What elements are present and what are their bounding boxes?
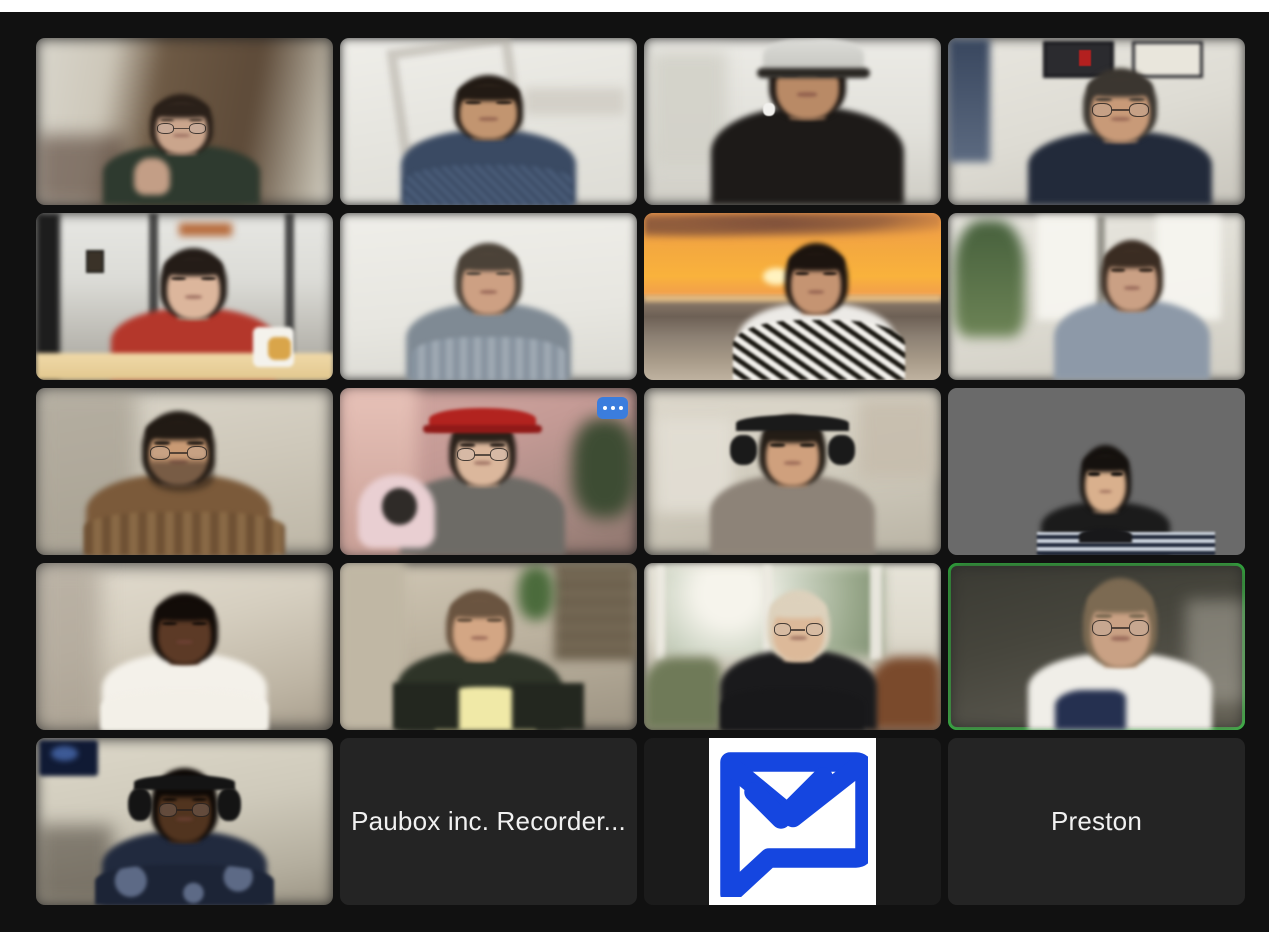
video-feed [644,563,941,730]
participant-tile-preston[interactable]: Preston [948,738,1245,905]
video-feed [644,388,941,555]
participant-tile-11[interactable] [644,388,941,555]
video-feed [340,388,637,555]
window-chrome-bottom [0,932,1269,952]
participant-tile-3[interactable] [644,38,941,205]
window-chrome-top [0,0,1269,12]
recorder-tile[interactable]: Paubox inc. Recorder... [340,738,637,905]
participant-grid: Paubox inc. Recorder... Preston [36,38,1245,914]
video-feed [948,38,1245,205]
participant-tile-7[interactable] [644,213,941,380]
participant-tile-2[interactable] [340,38,637,205]
participant-tile-13[interactable] [36,563,333,730]
video-feed [644,38,941,205]
paubox-logo [709,738,876,905]
participant-tile-16[interactable] [948,563,1245,730]
meeting-stage: Paubox inc. Recorder... Preston [0,12,1269,932]
participant-tile-14[interactable] [340,563,637,730]
participant-tile-1[interactable] [36,38,333,205]
participant-tile-8[interactable] [948,213,1245,380]
video-feed [948,213,1245,380]
video-feed [948,388,1245,555]
video-feed [340,213,637,380]
participant-tile-9[interactable] [36,388,333,555]
video-feed [36,738,333,905]
video-feed [948,563,1245,730]
video-feed [644,213,941,380]
participant-name-label: Paubox inc. Recorder... [351,806,626,836]
participant-tile-12[interactable] [948,388,1245,555]
video-feed [36,388,333,555]
participant-tile-17[interactable] [36,738,333,905]
paubox-logo-tile[interactable] [644,738,941,905]
participant-tile-5[interactable] [36,213,333,380]
meeting-window: Paubox inc. Recorder... Preston [0,0,1269,952]
video-feed [340,563,637,730]
video-feed [36,563,333,730]
video-feed [36,213,333,380]
video-feed [36,38,333,205]
ellipsis-horizontal-icon[interactable] [597,397,628,419]
participant-tile-10[interactable] [340,388,637,555]
participant-tile-6[interactable] [340,213,637,380]
participant-tile-15[interactable] [644,563,941,730]
participant-tile-4[interactable] [948,38,1245,205]
participant-name-label: Preston [1050,806,1142,836]
video-feed [340,38,637,205]
